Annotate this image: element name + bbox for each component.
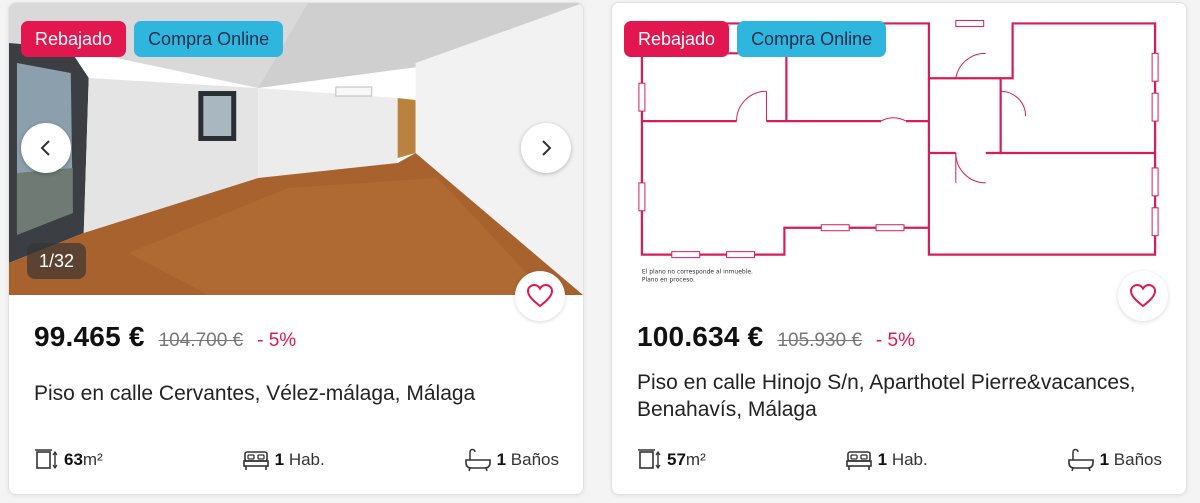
area-feature: 63m² [34,448,103,472]
baths-value: 1 [1099,450,1110,469]
rooms-feature: 1 Hab. [845,449,928,471]
current-price: 100.634 € [637,321,764,352]
rooms-label: Hab. [288,450,325,469]
listing-title[interactable]: Piso en calle Cervantes, Vélez-málaga, M… [34,380,554,407]
price-row: 100.634 € 105.930 € - 5% [637,321,915,353]
chevron-right-icon [542,140,552,156]
favorite-button[interactable] [515,271,565,321]
area-value: 63 [64,450,83,469]
next-photo-button[interactable] [521,123,571,173]
area-unit: m² [82,450,103,469]
chevron-left-icon [40,140,50,156]
discount-percentage: - 5% [257,330,297,351]
features-row: 57m² 1 Hab. 1 Baños [637,447,1162,473]
previous-photo-button[interactable] [21,123,71,173]
listing-title[interactable]: Piso en calle Hinojo S/n, Aparthotel Pie… [637,369,1157,423]
baths-label: Baños [1113,450,1162,469]
rooms-value: 1 [877,450,888,469]
area-value: 57 [667,450,686,469]
discount-badge: Rebajado [624,21,730,57]
photo-counter: 1/32 [27,243,87,279]
rooms-feature: 1 Hab. [242,449,325,471]
baths-feature: 1 Baños [464,448,559,472]
floorplan-note-line2: Plano en proceso. [642,277,695,284]
bathtub-icon [1067,448,1094,472]
listing-card[interactable]: Rebajado Compra Online 1/32 99.465 € 104… [8,2,584,495]
price-row: 99.465 € 104.700 € - 5% [34,321,296,353]
bed-icon [242,451,269,470]
baths-value: 1 [496,450,507,469]
badge-group: Rebajado Compra Online [21,21,284,57]
discount-badge: Rebajado [21,21,127,57]
previous-price: 104.700 € [158,330,244,351]
baths-label: Baños [510,450,559,469]
listing-card[interactable]: El plano no corresponde al inmueble. Pla… [611,2,1187,495]
discount-percentage: - 5% [875,330,915,351]
rooms-value: 1 [274,450,285,469]
heart-icon [1130,284,1156,308]
rooms-label: Hab. [891,450,928,469]
area-unit: m² [685,450,706,469]
features-row: 63m² 1 Hab. 1 Baños [34,447,559,473]
badge-group: Rebajado Compra Online [624,21,887,57]
area-icon [638,449,661,470]
favorite-button[interactable] [1118,271,1168,321]
heart-icon [527,284,553,308]
online-purchase-badge: Compra Online [737,21,887,57]
baths-feature: 1 Baños [1067,448,1162,472]
current-price: 99.465 € [34,321,145,352]
online-purchase-badge: Compra Online [134,21,284,57]
area-feature: 57m² [637,448,706,472]
bed-icon [845,451,872,470]
bathtub-icon [464,448,491,472]
floorplan-note-line1: El plano no corresponde al inmueble. [642,269,753,276]
listing-grid: Rebajado Compra Online 1/32 99.465 € 104… [0,0,1200,503]
area-icon [35,449,58,470]
previous-price: 105.930 € [777,330,862,351]
